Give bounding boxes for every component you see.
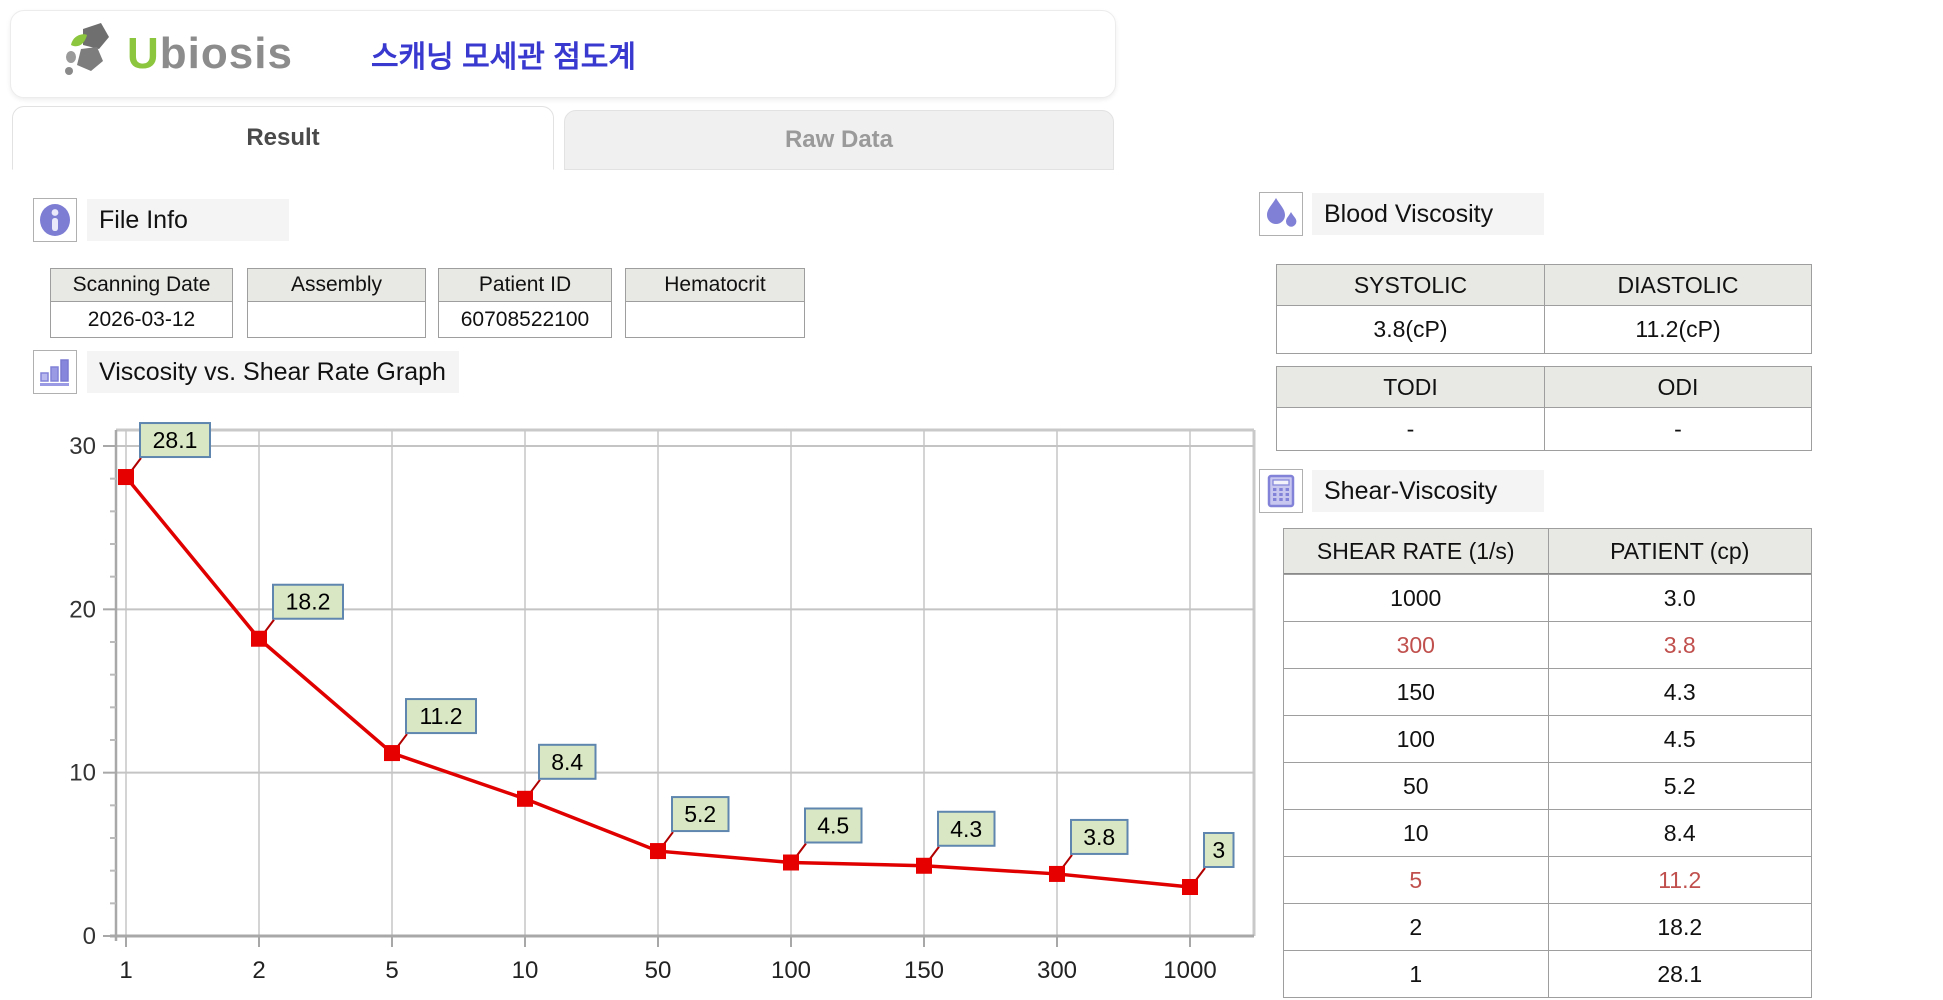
file-info-field-value [626, 302, 804, 337]
shear-viscosity-cell-patient: 3.0 [1548, 575, 1812, 621]
svg-text:20: 20 [69, 596, 96, 623]
calculator-icon [1259, 469, 1303, 513]
file-info-field-3: Hematocrit [625, 268, 805, 338]
file-info-field-label: Scanning Date [51, 269, 232, 302]
svg-text:8.4: 8.4 [551, 749, 583, 775]
patient-column-header: PATIENT (cp) [1548, 529, 1812, 573]
graph-section-title: Viscosity vs. Shear Rate Graph [87, 351, 459, 393]
svg-text:5.2: 5.2 [684, 801, 716, 827]
diastolic-header: DIASTOLIC [1544, 265, 1811, 305]
svg-text:4.3: 4.3 [950, 816, 982, 842]
systolic-header: SYSTOLIC [1277, 265, 1544, 305]
svg-text:28.1: 28.1 [153, 427, 198, 453]
svg-text:1: 1 [119, 957, 132, 984]
blood-viscosity-section-title: Blood Viscosity [1312, 193, 1544, 235]
shear-viscosity-row: 108.4 [1284, 809, 1811, 856]
svg-text:18.2: 18.2 [286, 589, 331, 615]
file-info-field-label: Hematocrit [626, 269, 804, 302]
blood-viscosity-table: SYSTOLIC DIASTOLIC 3.8(cP) 11.2(cP) [1276, 264, 1812, 354]
svg-text:11.2: 11.2 [419, 703, 462, 729]
svg-text:1000: 1000 [1163, 957, 1216, 984]
shear-viscosity-table-header: SHEAR RATE (1/s) PATIENT (cp) [1284, 529, 1811, 574]
svg-text:3: 3 [1212, 837, 1225, 863]
shear-rate-column-header: SHEAR RATE (1/s) [1284, 529, 1548, 573]
svg-text:100: 100 [771, 957, 811, 984]
shear-viscosity-row: 505.2 [1284, 762, 1811, 809]
leaf-stone-cluster-icon [63, 21, 121, 88]
shear-viscosity-table: SHEAR RATE (1/s) PATIENT (cp) 10003.0300… [1283, 528, 1812, 998]
svg-text:10: 10 [512, 957, 539, 984]
info-circle-icon [33, 198, 77, 242]
shear-viscosity-cell-patient: 8.4 [1548, 810, 1812, 856]
shear-viscosity-cell-shear: 1000 [1284, 575, 1548, 621]
svg-text:50: 50 [645, 957, 672, 984]
shear-viscosity-row: 3003.8 [1284, 621, 1811, 668]
viscosity-shear-rate-chart: 0 10 20 30 1 2 5 10 50 100 150 300 1000 28.1 18.2 11.2 8… [58, 420, 1258, 995]
bar-chart-icon [33, 350, 77, 394]
shear-viscosity-cell-shear: 1 [1284, 951, 1548, 997]
odi-header: ODI [1544, 367, 1811, 407]
file-info-field-value [248, 302, 425, 337]
todi-header: TODI [1277, 367, 1544, 407]
app-title: 스캐닝 모세관 점도계 [371, 32, 636, 76]
file-info-field-value: 2026-03-12 [51, 302, 232, 337]
file-info-field-1: Assembly [247, 268, 426, 338]
systolic-value: 3.8(cP) [1277, 306, 1544, 353]
logo-text: Ubiosis [127, 29, 293, 79]
shear-viscosity-cell-shear: 150 [1284, 669, 1548, 715]
svg-text:10: 10 [69, 760, 96, 787]
water-drops-icon [1259, 192, 1303, 236]
file-info-field-value: 60708522100 [439, 302, 611, 337]
shear-viscosity-row: 511.2 [1284, 856, 1811, 903]
tab-raw-data[interactable]: Raw Data [564, 110, 1114, 170]
shear-viscosity-cell-shear: 50 [1284, 763, 1548, 809]
svg-text:3.8: 3.8 [1083, 824, 1115, 850]
svg-text:150: 150 [904, 957, 944, 984]
ubiosis-logo: Ubiosis [63, 21, 293, 88]
svg-text:30: 30 [69, 433, 96, 460]
logo-rest: biosis [160, 29, 293, 78]
svg-text:300: 300 [1037, 957, 1077, 984]
shear-viscosity-cell-patient: 5.2 [1548, 763, 1812, 809]
shear-viscosity-cell-patient: 4.5 [1548, 716, 1812, 762]
shear-viscosity-cell-shear: 5 [1284, 857, 1548, 903]
header-card: Ubiosis 스캐닝 모세관 점도계 [10, 10, 1116, 98]
file-info-field-label: Patient ID [439, 269, 611, 302]
svg-text:5: 5 [385, 957, 398, 984]
shear-viscosity-cell-shear: 300 [1284, 622, 1548, 668]
shear-viscosity-row: 218.2 [1284, 903, 1811, 950]
shear-viscosity-row: 1004.5 [1284, 715, 1811, 762]
shear-viscosity-section-title: Shear-Viscosity [1312, 470, 1544, 512]
todi-value: - [1277, 408, 1544, 450]
shear-viscosity-row: 1504.3 [1284, 668, 1811, 715]
svg-text:2: 2 [252, 957, 265, 984]
file-info-field-2: Patient ID60708522100 [438, 268, 612, 338]
file-info-section-title: File Info [87, 199, 289, 241]
shear-viscosity-cell-patient: 4.3 [1548, 669, 1812, 715]
shear-viscosity-cell-patient: 3.8 [1548, 622, 1812, 668]
todi-odi-table: TODI ODI - - [1276, 366, 1812, 451]
shear-viscosity-cell-shear: 100 [1284, 716, 1548, 762]
logo-letter-u: U [127, 29, 160, 78]
shear-viscosity-cell-patient: 11.2 [1548, 857, 1812, 903]
file-info-field-0: Scanning Date2026-03-12 [50, 268, 233, 338]
svg-text:4.5: 4.5 [817, 813, 849, 839]
shear-viscosity-row: 128.1 [1284, 950, 1811, 997]
shear-viscosity-cell-patient: 18.2 [1548, 904, 1812, 950]
shear-viscosity-row: 10003.0 [1284, 574, 1811, 621]
shear-viscosity-cell-shear: 10 [1284, 810, 1548, 856]
svg-text:0: 0 [83, 923, 96, 950]
shear-viscosity-cell-patient: 28.1 [1548, 951, 1812, 997]
diastolic-value: 11.2(cP) [1544, 306, 1811, 353]
tab-result[interactable]: Result [12, 106, 554, 170]
shear-viscosity-cell-shear: 2 [1284, 904, 1548, 950]
file-info-field-label: Assembly [248, 269, 425, 302]
odi-value: - [1544, 408, 1811, 450]
